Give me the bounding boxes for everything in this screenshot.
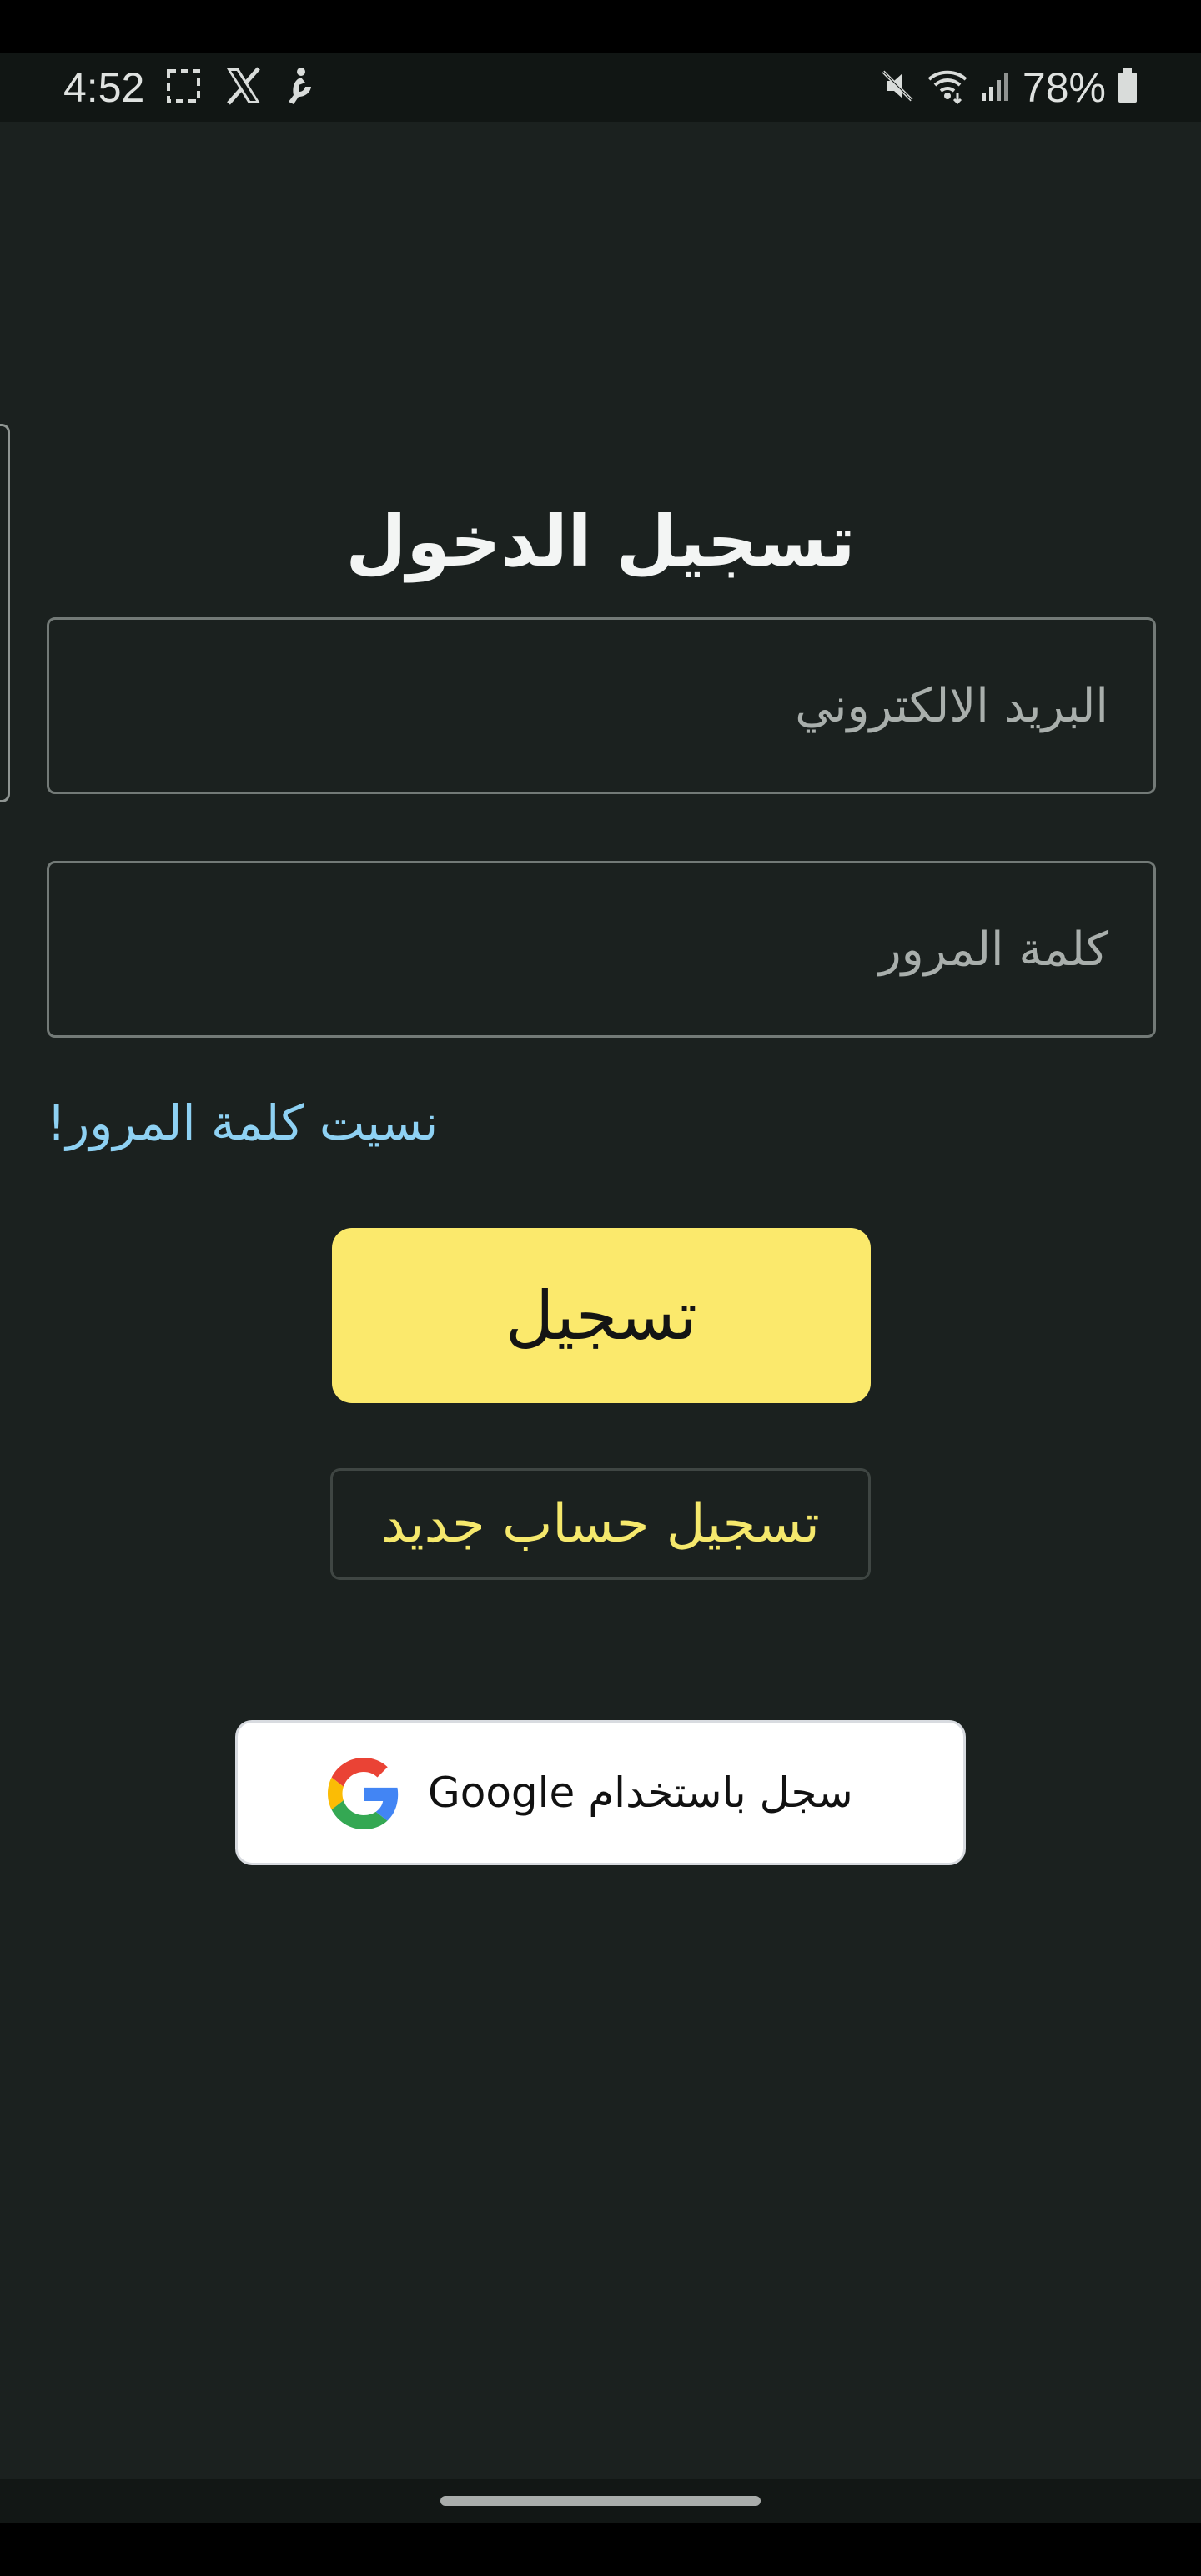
email-placeholder: البريد الالكتروني <box>795 678 1108 733</box>
accessibility-icon <box>285 67 315 108</box>
status-right-group: 78% <box>879 63 1139 112</box>
google-sign-in-button[interactable]: سجل باستخدام Google <box>235 1720 966 1865</box>
mute-icon <box>879 68 916 108</box>
bottom-black-bar <box>0 2523 1201 2576</box>
password-field[interactable]: كلمة المرور <box>47 861 1156 1038</box>
status-bar: 4:52 78% <box>0 53 1201 122</box>
password-placeholder: كلمة المرور <box>878 922 1108 977</box>
top-black-bar <box>0 0 1201 53</box>
email-field[interactable]: البريد الالكتروني <box>47 617 1156 794</box>
edge-panel-handle[interactable] <box>0 424 10 802</box>
google-logo-icon <box>328 1758 399 1829</box>
google-button-label: سجل باستخدام Google <box>428 1768 853 1817</box>
screenshot-icon <box>165 68 202 108</box>
wifi-icon <box>926 68 969 108</box>
status-time: 4:52 <box>63 64 145 111</box>
status-left-icons <box>165 65 315 110</box>
signal-icon <box>979 68 1013 108</box>
login-screen: تسجيل الدخول البريد الالكتروني كلمة المر… <box>0 122 1201 2479</box>
home-indicator[interactable] <box>440 2496 761 2506</box>
login-button[interactable]: تسجيل <box>332 1228 871 1403</box>
register-button[interactable]: تسجيل حساب جديد <box>330 1468 871 1580</box>
navigation-bar <box>0 2479 1201 2523</box>
x-logo-icon <box>224 67 264 108</box>
battery-percentage: 78% <box>1022 64 1106 111</box>
phone-screen: 4:52 78% تسجيل الدخول البريد الالكتروني … <box>0 0 1201 2576</box>
battery-icon <box>1116 67 1139 108</box>
forgot-password-link[interactable]: نسيت كلمة المرور! <box>47 1089 438 1156</box>
page-title: تسجيل الدخول <box>345 501 856 583</box>
